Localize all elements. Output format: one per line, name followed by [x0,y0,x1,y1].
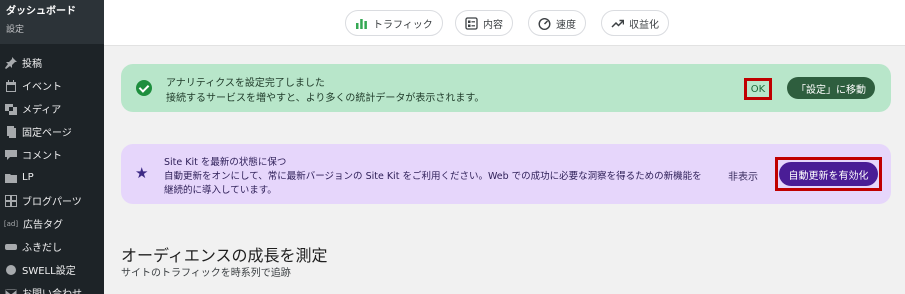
tab-label: 速度 [556,19,576,31]
enable-auto-update-button[interactable]: 自動更新を有効化 [779,162,878,186]
content-icon [465,16,478,30]
sidebar-item-posts[interactable]: 投稿 [0,51,104,74]
calendar-icon [4,79,17,92]
grid-icon [4,194,17,207]
sidebar-item-comments[interactable]: コメント [0,143,104,166]
sidebar-item-dashboard[interactable]: ダッシュボード [6,4,98,20]
go-to-settings-button[interactable]: 「設定」に移動 [787,77,875,99]
sidebar-item-events[interactable]: イベント [0,74,104,97]
mail-icon [4,287,17,294]
sidebar-item-label: ふきだし [22,243,62,254]
sidebar-item-media[interactable]: メディア [0,97,104,120]
notice-title: Site Kit を最新の状態に保つ [164,157,287,168]
sidebar-item-lp[interactable]: LP [0,166,104,189]
tab-content[interactable]: 内容 [455,10,513,36]
swell-icon [4,264,17,276]
sidebar-item-label: 投稿 [22,59,42,70]
check-circle-icon [136,80,152,96]
tab-traffic[interactable]: トラフィック [345,10,443,36]
tab-monetization[interactable]: 収益化 [601,10,669,36]
sidebar-header: ダッシュボード 設定 [0,0,104,44]
section-title: オーディエンスの成長を測定 [121,246,328,265]
analytics-setup-notice: アナリティクスを設定完了しました 接続するサービスを増やすと、より多くの統計デー… [121,64,891,112]
page-icon [4,125,17,138]
tab-label: 収益化 [629,19,659,31]
sidebar-item-label: LP [22,172,34,183]
pin-icon [4,56,17,69]
sidebar-item-swell-settings[interactable]: SWELL設定 [0,258,104,281]
comment-icon [4,149,17,161]
sidebar-item-speech-bubble[interactable]: ふきだし [0,235,104,258]
sidebar-item-blog-parts[interactable]: ブログパーツ [0,189,104,212]
sidebar-item-label: 広告タグ [23,220,63,231]
folder-icon [4,172,17,184]
sidebar-item-ad-tags[interactable]: [ad] 広告タグ [0,212,104,235]
sidebar-subitem-settings[interactable]: 設定 [6,23,98,37]
tab-speed[interactable]: 速度 [528,10,586,36]
sidebar-item-contact[interactable]: お問い合わせ [0,281,104,294]
tab-bar: トラフィック 内容 速度 収益化 [104,0,905,46]
notice-description-line2: 継続的に導入しています。 [164,185,277,196]
dismiss-button[interactable]: 非表示 [728,168,758,183]
admin-sidebar: ダッシュボード 設定 投稿 イベント メディア 固定ページ コメント LP ブロ… [0,0,104,294]
sidebar-item-label: イベント [22,82,62,93]
trending-up-icon [611,19,624,28]
sidebar-item-label: メディア [22,105,62,116]
star-icon: ★ [135,164,149,182]
main-content: トラフィック 内容 速度 収益化 アナリティクスを設定完了しました 接続するサー… [104,0,905,294]
sidebar-item-label: 固定ページ [22,128,72,139]
tab-label: 内容 [483,19,503,31]
sidebar-item-label: SWELL設定 [22,266,76,277]
sidebar-item-label: ブログパーツ [22,197,82,208]
speech-bubble-icon [4,241,17,253]
section-subtitle: サイトのトラフィックを時系列で追跡 [121,268,291,279]
sidebar-item-pages[interactable]: 固定ページ [0,120,104,143]
bar-chart-icon [356,18,367,29]
sidebar-item-label: コメント [22,151,62,162]
notice-title: アナリティクスを設定完了しました [166,78,325,89]
notice-description-line1: 自動更新をオンにして、常に最新バージョンの Site Kit をご利用ください。… [164,171,702,182]
media-icon [4,103,17,115]
auto-update-notice: ★ Site Kit を最新の状態に保つ 自動更新をオンにして、常に最新バージョ… [121,144,891,204]
ok-button[interactable]: OK [744,78,772,100]
notice-description: 接続するサービスを増やすと、より多くの統計データが表示されます。 [166,93,485,104]
tab-label: トラフィック [373,19,433,31]
speedometer-icon [538,17,551,30]
ad-icon: [ad] [3,219,19,228]
sidebar-item-label: お問い合わせ [22,285,82,294]
